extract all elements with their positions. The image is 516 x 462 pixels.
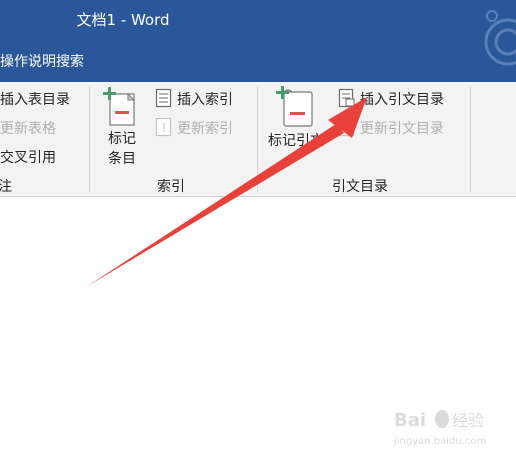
cross-reference-button[interactable]: 交叉引用: [0, 147, 56, 167]
svg-text:!: !: [162, 121, 167, 135]
mark-citation-icon: [276, 86, 313, 127]
insert-table-of-authorities-icon: [338, 88, 355, 108]
svg-text:jingyan.baidu.com: jingyan.baidu.com: [393, 436, 486, 447]
update-table-button[interactable]: 更新表格: [0, 118, 56, 138]
captions-group-label: 注: [0, 179, 12, 195]
group-separator: [470, 86, 471, 192]
tell-me-search[interactable]: 操作说明搜索: [0, 51, 84, 71]
group-separator: [89, 86, 90, 192]
update-index-button[interactable]: 更新索引: [177, 118, 233, 138]
table-of-authorities-group-label: 引文目录: [332, 179, 388, 195]
mark-entry-button-line2[interactable]: 条目: [108, 148, 136, 168]
group-separator: [257, 86, 258, 192]
insert-table-of-authorities-button[interactable]: 插入引文目录: [360, 89, 444, 109]
update-table-of-authorities-button[interactable]: 更新引文目录: [360, 118, 444, 138]
update-table-of-authorities-icon: !: [338, 117, 355, 137]
svg-text:Bai: Bai: [394, 410, 426, 431]
svg-text:!: !: [345, 121, 350, 135]
ribbon: 插入表目录 更新表格 交叉引用 注 标记 条目 插入索引 ! 更新索引 索引 标…: [0, 82, 516, 197]
insert-table-of-figures-button[interactable]: 插入表目录: [0, 89, 70, 109]
baidu-watermark-logo: Bai 经验 jingyan.baidu.com: [393, 410, 486, 447]
mark-citation-button[interactable]: 标记引文: [268, 130, 324, 150]
insert-index-icon: [155, 88, 172, 108]
title-bar: 文档1 - Word 操作说明搜索: [0, 0, 516, 82]
mark-entry-icon: [103, 87, 136, 126]
insert-index-button[interactable]: 插入索引: [177, 89, 233, 109]
window-title: 文档1 - Word: [76, 11, 170, 29]
index-group-label: 索引: [157, 179, 185, 195]
mark-entry-button[interactable]: 标记: [108, 128, 136, 148]
decorative-circle-icon: [484, 10, 516, 66]
svg-text:经验: 经验: [452, 411, 484, 430]
update-index-icon: !: [155, 117, 172, 137]
